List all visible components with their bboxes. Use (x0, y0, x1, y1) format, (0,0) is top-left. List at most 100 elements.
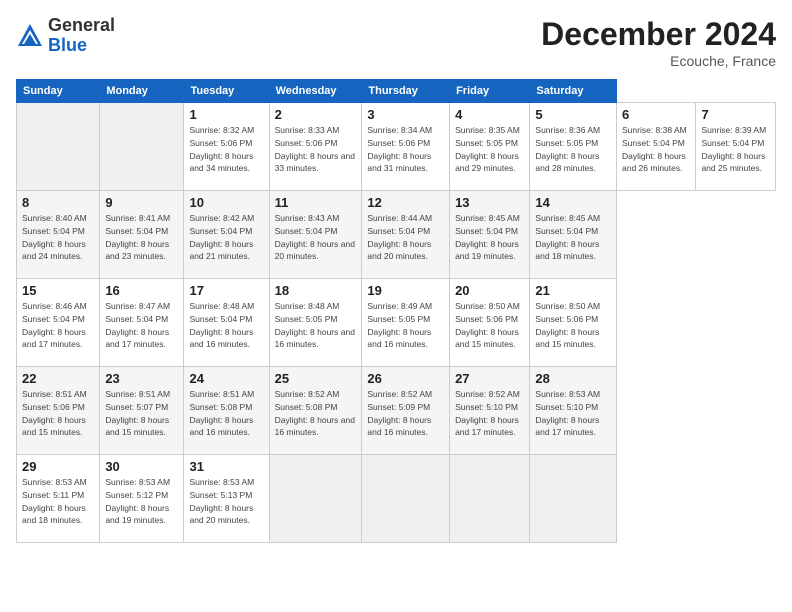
table-row: 18 Sunrise: 8:48 AMSunset: 5:05 PMDaylig… (269, 279, 362, 367)
table-row: 25 Sunrise: 8:52 AMSunset: 5:08 PMDaylig… (269, 367, 362, 455)
table-row: 11 Sunrise: 8:43 AMSunset: 5:04 PMDaylig… (269, 191, 362, 279)
day-detail: Sunrise: 8:43 AMSunset: 5:04 PMDaylight:… (275, 213, 355, 261)
day-detail: Sunrise: 8:51 AMSunset: 5:07 PMDaylight:… (105, 389, 170, 437)
day-detail: Sunrise: 8:35 AMSunset: 5:05 PMDaylight:… (455, 125, 520, 173)
table-row: 26 Sunrise: 8:52 AMSunset: 5:09 PMDaylig… (362, 367, 450, 455)
day-number: 27 (455, 371, 524, 386)
day-detail: Sunrise: 8:47 AMSunset: 5:04 PMDaylight:… (105, 301, 170, 349)
title-block: December 2024 Ecouche, France (541, 16, 776, 69)
table-row (100, 103, 184, 191)
day-number: 1 (189, 107, 263, 122)
table-row (269, 455, 362, 543)
day-detail: Sunrise: 8:50 AMSunset: 5:06 PMDaylight:… (535, 301, 600, 349)
day-number: 21 (535, 283, 611, 298)
col-thursday: Thursday (362, 80, 450, 103)
table-row: 6 Sunrise: 8:38 AMSunset: 5:04 PMDayligh… (617, 103, 696, 191)
table-row: 17 Sunrise: 8:48 AMSunset: 5:04 PMDaylig… (184, 279, 269, 367)
calendar-header-row: Sunday Monday Tuesday Wednesday Thursday… (17, 80, 776, 103)
table-row: 3 Sunrise: 8:34 AMSunset: 5:06 PMDayligh… (362, 103, 450, 191)
day-detail: Sunrise: 8:46 AMSunset: 5:04 PMDaylight:… (22, 301, 87, 349)
table-row: 20 Sunrise: 8:50 AMSunset: 5:06 PMDaylig… (450, 279, 530, 367)
day-number: 17 (189, 283, 263, 298)
location: Ecouche, France (541, 53, 776, 69)
day-number: 9 (105, 195, 178, 210)
table-row: 31 Sunrise: 8:53 AMSunset: 5:13 PMDaylig… (184, 455, 269, 543)
day-detail: Sunrise: 8:41 AMSunset: 5:04 PMDaylight:… (105, 213, 170, 261)
table-row: 5 Sunrise: 8:36 AMSunset: 5:05 PMDayligh… (530, 103, 617, 191)
day-number: 18 (275, 283, 357, 298)
day-detail: Sunrise: 8:53 AMSunset: 5:12 PMDaylight:… (105, 477, 170, 525)
table-row: 2 Sunrise: 8:33 AMSunset: 5:06 PMDayligh… (269, 103, 362, 191)
month-title: December 2024 (541, 16, 776, 53)
day-number: 4 (455, 107, 524, 122)
table-row: 13 Sunrise: 8:45 AMSunset: 5:04 PMDaylig… (450, 191, 530, 279)
day-number: 6 (622, 107, 690, 122)
col-monday: Monday (100, 80, 184, 103)
table-row: 27 Sunrise: 8:52 AMSunset: 5:10 PMDaylig… (450, 367, 530, 455)
logo: General Blue (16, 16, 115, 56)
table-row: 24 Sunrise: 8:51 AMSunset: 5:08 PMDaylig… (184, 367, 269, 455)
day-detail: Sunrise: 8:48 AMSunset: 5:04 PMDaylight:… (189, 301, 254, 349)
table-row: 21 Sunrise: 8:50 AMSunset: 5:06 PMDaylig… (530, 279, 617, 367)
day-detail: Sunrise: 8:45 AMSunset: 5:04 PMDaylight:… (535, 213, 600, 261)
day-number: 19 (367, 283, 444, 298)
logo-general: General (48, 15, 115, 35)
day-detail: Sunrise: 8:53 AMSunset: 5:10 PMDaylight:… (535, 389, 600, 437)
table-row: 1 Sunrise: 8:32 AMSunset: 5:06 PMDayligh… (184, 103, 269, 191)
logo-text: General Blue (48, 16, 115, 56)
day-detail: Sunrise: 8:50 AMSunset: 5:06 PMDaylight:… (455, 301, 520, 349)
table-row: 9 Sunrise: 8:41 AMSunset: 5:04 PMDayligh… (100, 191, 184, 279)
table-row: 15 Sunrise: 8:46 AMSunset: 5:04 PMDaylig… (17, 279, 100, 367)
calendar-week-row: 8 Sunrise: 8:40 AMSunset: 5:04 PMDayligh… (17, 191, 776, 279)
day-detail: Sunrise: 8:36 AMSunset: 5:05 PMDaylight:… (535, 125, 600, 173)
table-row: 19 Sunrise: 8:49 AMSunset: 5:05 PMDaylig… (362, 279, 450, 367)
col-tuesday: Tuesday (184, 80, 269, 103)
day-number: 22 (22, 371, 94, 386)
table-row: 14 Sunrise: 8:45 AMSunset: 5:04 PMDaylig… (530, 191, 617, 279)
day-detail: Sunrise: 8:53 AMSunset: 5:11 PMDaylight:… (22, 477, 87, 525)
day-number: 10 (189, 195, 263, 210)
table-row: 23 Sunrise: 8:51 AMSunset: 5:07 PMDaylig… (100, 367, 184, 455)
table-row: 12 Sunrise: 8:44 AMSunset: 5:04 PMDaylig… (362, 191, 450, 279)
day-number: 2 (275, 107, 357, 122)
day-detail: Sunrise: 8:40 AMSunset: 5:04 PMDaylight:… (22, 213, 87, 261)
table-row: 16 Sunrise: 8:47 AMSunset: 5:04 PMDaylig… (100, 279, 184, 367)
day-detail: Sunrise: 8:52 AMSunset: 5:10 PMDaylight:… (455, 389, 520, 437)
day-number: 20 (455, 283, 524, 298)
day-detail: Sunrise: 8:38 AMSunset: 5:04 PMDaylight:… (622, 125, 687, 173)
day-number: 7 (701, 107, 770, 122)
day-detail: Sunrise: 8:34 AMSunset: 5:06 PMDaylight:… (367, 125, 432, 173)
day-detail: Sunrise: 8:53 AMSunset: 5:13 PMDaylight:… (189, 477, 254, 525)
day-number: 8 (22, 195, 94, 210)
table-row: 30 Sunrise: 8:53 AMSunset: 5:12 PMDaylig… (100, 455, 184, 543)
col-friday: Friday (450, 80, 530, 103)
table-row: 10 Sunrise: 8:42 AMSunset: 5:04 PMDaylig… (184, 191, 269, 279)
table-row: 22 Sunrise: 8:51 AMSunset: 5:06 PMDaylig… (17, 367, 100, 455)
day-detail: Sunrise: 8:52 AMSunset: 5:08 PMDaylight:… (275, 389, 355, 437)
day-number: 13 (455, 195, 524, 210)
calendar-week-row: 1 Sunrise: 8:32 AMSunset: 5:06 PMDayligh… (17, 103, 776, 191)
day-number: 28 (535, 371, 611, 386)
header: General Blue December 2024 Ecouche, Fran… (16, 16, 776, 69)
day-detail: Sunrise: 8:45 AMSunset: 5:04 PMDaylight:… (455, 213, 520, 261)
day-number: 3 (367, 107, 444, 122)
table-row: 4 Sunrise: 8:35 AMSunset: 5:05 PMDayligh… (450, 103, 530, 191)
col-sunday: Sunday (17, 80, 100, 103)
calendar-week-row: 15 Sunrise: 8:46 AMSunset: 5:04 PMDaylig… (17, 279, 776, 367)
day-detail: Sunrise: 8:48 AMSunset: 5:05 PMDaylight:… (275, 301, 355, 349)
day-detail: Sunrise: 8:49 AMSunset: 5:05 PMDaylight:… (367, 301, 432, 349)
page: General Blue December 2024 Ecouche, Fran… (0, 0, 792, 612)
day-detail: Sunrise: 8:33 AMSunset: 5:06 PMDaylight:… (275, 125, 355, 173)
day-number: 25 (275, 371, 357, 386)
day-detail: Sunrise: 8:44 AMSunset: 5:04 PMDaylight:… (367, 213, 432, 261)
table-row: 8 Sunrise: 8:40 AMSunset: 5:04 PMDayligh… (17, 191, 100, 279)
day-number: 26 (367, 371, 444, 386)
day-detail: Sunrise: 8:51 AMSunset: 5:08 PMDaylight:… (189, 389, 254, 437)
calendar-week-row: 29 Sunrise: 8:53 AMSunset: 5:11 PMDaylig… (17, 455, 776, 543)
day-number: 31 (189, 459, 263, 474)
col-saturday: Saturday (530, 80, 617, 103)
table-row: 29 Sunrise: 8:53 AMSunset: 5:11 PMDaylig… (17, 455, 100, 543)
day-number: 24 (189, 371, 263, 386)
table-row: 28 Sunrise: 8:53 AMSunset: 5:10 PMDaylig… (530, 367, 617, 455)
day-detail: Sunrise: 8:32 AMSunset: 5:06 PMDaylight:… (189, 125, 254, 173)
